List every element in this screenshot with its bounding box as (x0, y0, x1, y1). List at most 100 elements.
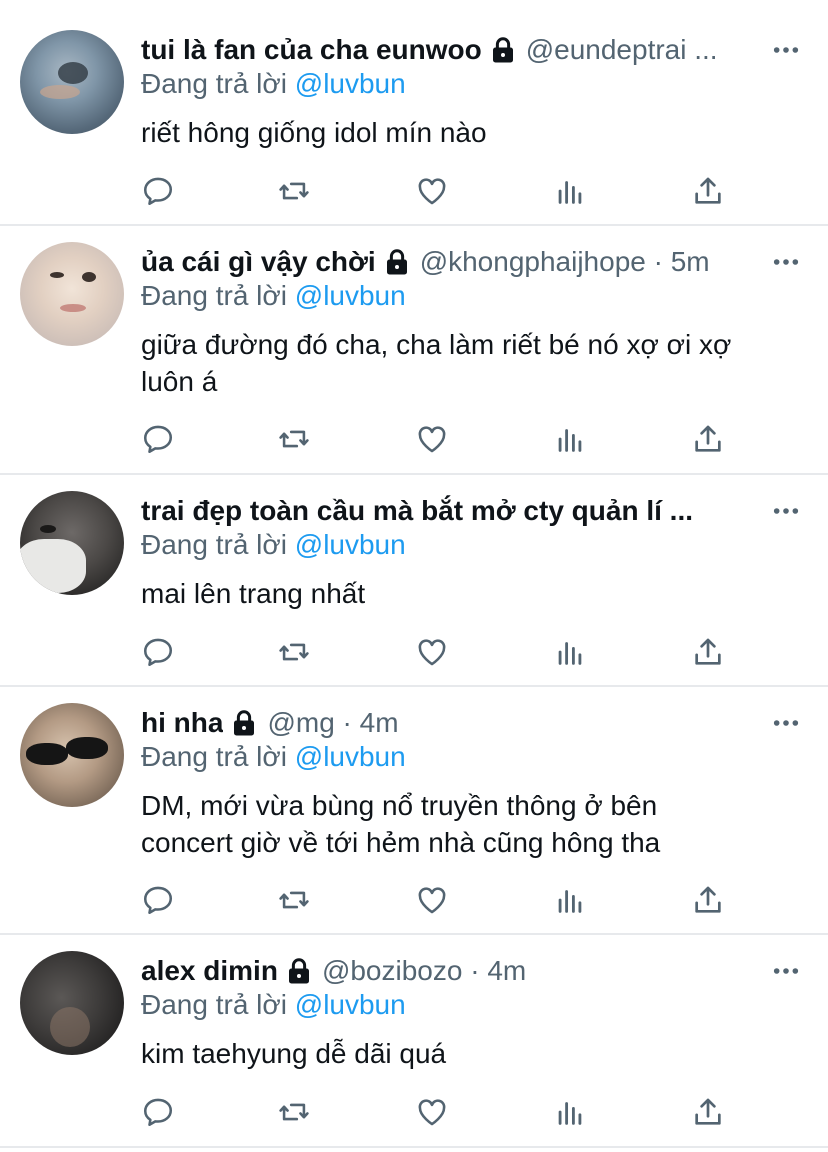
tweet-header: alex dimin @bozibozo · 4m (141, 951, 771, 991)
share-button[interactable] (691, 635, 725, 669)
handle-and-time[interactable]: @khongphaijhope · 5m (420, 242, 710, 282)
heart-icon (418, 639, 446, 666)
avatar-figure (82, 272, 96, 282)
handle-and-time[interactable]: @bozibozo · 4m (322, 951, 526, 991)
reply-icon (143, 177, 173, 206)
tweet-header: tui là fan của cha eunwoo @eundeptrai ..… (141, 30, 771, 70)
retweet-icon (279, 891, 309, 909)
display-name[interactable]: trai đẹp toàn cầu mà bắt mở cty quản lí … (141, 491, 693, 531)
tweet-header: hi nha @mg · 4m (141, 703, 771, 743)
replying-to-handle[interactable]: @luvbun (295, 741, 406, 772)
analytics-button[interactable] (553, 883, 587, 917)
display-name[interactable]: ủa cái gì vậy chời (141, 242, 376, 282)
share-icon (695, 177, 721, 204)
avatar[interactable] (20, 491, 124, 595)
replying-to-prefix: Đang trả lời (141, 989, 287, 1020)
retweet-button[interactable] (277, 174, 311, 208)
replying-to-handle[interactable]: @luvbun (295, 68, 406, 99)
more-icon[interactable] (772, 709, 800, 737)
replies-feed: tui là fan của cha eunwoo @eundeptrai ..… (0, 0, 828, 1148)
replying-to: Đang trả lời @luvbun (141, 278, 406, 314)
more-icon[interactable] (772, 248, 800, 276)
replying-to-handle[interactable]: @luvbun (295, 280, 406, 311)
handle-and-time[interactable]: @mg · 4m (267, 703, 398, 743)
share-button[interactable] (691, 422, 725, 456)
retweet-button[interactable] (277, 883, 311, 917)
retweet-button[interactable] (277, 422, 311, 456)
replying-to-handle[interactable]: @luvbun (295, 989, 406, 1020)
more-icon[interactable] (772, 497, 800, 525)
like-button[interactable] (415, 174, 449, 208)
display-name[interactable]: alex dimin (141, 951, 278, 991)
retweet-icon (279, 182, 309, 200)
analytics-button[interactable] (553, 1095, 587, 1129)
action-bar (141, 174, 741, 208)
replying-to-handle[interactable]: @luvbun (295, 529, 406, 560)
like-button[interactable] (415, 635, 449, 669)
reply-icon (143, 638, 173, 667)
avatar-figure (50, 1007, 90, 1047)
tweet-text: kim taehyung dễ dãi quá (141, 1038, 447, 1069)
avatar[interactable] (20, 242, 124, 346)
replying-to-prefix: Đang trả lời (141, 280, 287, 311)
reply-button[interactable] (141, 1095, 175, 1129)
heart-icon (418, 426, 446, 453)
reply-tweet[interactable]: ủa cái gì vậy chời @khongphaijhope · 5m … (0, 226, 828, 475)
share-icon (695, 886, 721, 913)
like-button[interactable] (415, 1095, 449, 1129)
replying-to: Đang trả lời @luvbun (141, 739, 406, 775)
retweet-icon (279, 1103, 309, 1121)
share-button[interactable] (691, 883, 725, 917)
action-bar (141, 1095, 741, 1129)
reply-button[interactable] (141, 422, 175, 456)
avatar-figure (50, 272, 64, 278)
lock-icon (234, 710, 255, 736)
tweet-text: mai lên trang nhất (141, 578, 366, 609)
tweet-text-line: luôn á (141, 366, 218, 397)
display-name[interactable]: hi nha (141, 703, 223, 743)
replying-to-prefix: Đang trả lời (141, 529, 287, 560)
retweet-button[interactable] (277, 1095, 311, 1129)
handle-and-time[interactable]: @eundeptrai ... (526, 30, 718, 70)
tweet-header: trai đẹp toàn cầu mà bắt mở cty quản lí … (141, 491, 771, 531)
analytics-icon (558, 890, 582, 913)
tweet-text-line: giữa đường đó cha, cha làm riết bé nó xợ… (141, 329, 732, 360)
avatar-figure (58, 62, 88, 84)
more-icon[interactable] (772, 36, 800, 64)
analytics-button[interactable] (553, 174, 587, 208)
avatar-figure (66, 737, 108, 759)
reply-icon (143, 1098, 173, 1127)
lock-icon (288, 958, 309, 984)
reply-tweet[interactable]: alex dimin @bozibozo · 4m Đang trả lời @… (0, 935, 828, 1148)
like-button[interactable] (415, 422, 449, 456)
analytics-button[interactable] (553, 422, 587, 456)
replying-to: Đang trả lời @luvbun (141, 987, 406, 1023)
action-bar (141, 883, 741, 917)
analytics-button[interactable] (553, 635, 587, 669)
replying-to-prefix: Đang trả lời (141, 68, 287, 99)
share-button[interactable] (691, 174, 725, 208)
more-icon[interactable] (772, 957, 800, 985)
share-button[interactable] (691, 1095, 725, 1129)
tweet-text-line: concert giờ về tới hẻm nhà cũng hông tha (141, 827, 661, 858)
reply-button[interactable] (141, 174, 175, 208)
retweet-icon (279, 430, 309, 448)
lock-icon (492, 37, 513, 63)
reply-button[interactable] (141, 883, 175, 917)
reply-button[interactable] (141, 635, 175, 669)
reply-tweet[interactable]: tui là fan của cha eunwoo @eundeptrai ..… (0, 0, 828, 226)
tweet-header: ủa cái gì vậy chời @khongphaijhope · 5m (141, 242, 771, 282)
action-bar (141, 422, 741, 456)
reply-tweet[interactable]: trai đẹp toàn cầu mà bắt mở cty quản lí … (0, 475, 828, 687)
reply-icon (143, 425, 173, 454)
reply-tweet[interactable]: hi nha @mg · 4m Đang trả lời @luvbun DM,… (0, 687, 828, 935)
lock-icon (386, 249, 407, 275)
avatar-figure (40, 525, 56, 533)
avatar[interactable] (20, 30, 124, 134)
tweet-text: DM, mới vừa bùng nổ truyền thông ở bên c… (141, 787, 811, 861)
avatar[interactable] (20, 951, 124, 1055)
retweet-button[interactable] (277, 635, 311, 669)
display-name[interactable]: tui là fan của cha eunwoo (141, 30, 482, 70)
like-button[interactable] (415, 883, 449, 917)
avatar[interactable] (20, 703, 124, 807)
